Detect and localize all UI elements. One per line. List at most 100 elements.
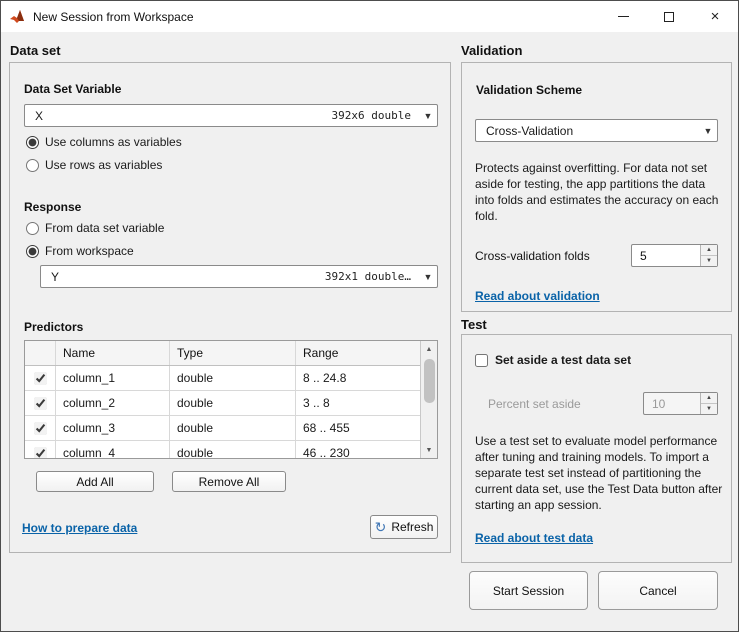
percent-set-aside-label: Percent set aside: [488, 397, 581, 411]
window-controls: ×: [600, 1, 738, 32]
spinner-arrows[interactable]: ▲ ▼: [700, 245, 717, 266]
table-row[interactable]: column_3 double 68 .. 455: [25, 416, 437, 441]
radio-use-rows-input[interactable]: [26, 159, 39, 172]
row-checkbox[interactable]: [34, 447, 47, 460]
add-all-label: Add All: [76, 475, 113, 489]
minimize-icon: [618, 16, 629, 17]
cancel-label: Cancel: [639, 584, 676, 598]
cell-range: 46 .. 230: [296, 441, 437, 459]
dataset-variable-size: 392x6 double: [332, 109, 411, 122]
start-session-label: Start Session: [493, 584, 564, 598]
row-checkbox[interactable]: [34, 422, 47, 435]
app-icon: [9, 9, 25, 25]
row-checkbox[interactable]: [34, 397, 47, 410]
table-scrollbar[interactable]: ▲ ▼: [420, 341, 437, 458]
radio-from-dataset-input[interactable]: [26, 222, 39, 235]
response-variable-size: 392x1 double…: [325, 270, 411, 283]
maximize-button[interactable]: [646, 1, 692, 32]
percent-set-aside-spinner: ▲ ▼: [643, 392, 718, 415]
maximize-icon: [664, 12, 674, 22]
table-row[interactable]: column_2 double 3 .. 8: [25, 391, 437, 416]
refresh-button[interactable]: ↻ Refresh: [370, 515, 438, 539]
close-button[interactable]: ×: [692, 1, 738, 32]
dataset-section-title: Data set: [10, 43, 61, 58]
spinner-arrows: ▲ ▼: [700, 393, 717, 414]
cross-validation-folds-spinner[interactable]: ▲ ▼: [631, 244, 718, 267]
predictors-label: Predictors: [24, 320, 83, 334]
spinner-up-icon: ▲: [701, 393, 717, 404]
minimize-button[interactable]: [600, 1, 646, 32]
chevron-down-icon: ▼: [419, 111, 437, 121]
chevron-down-icon: ▼: [419, 272, 437, 282]
cell-range: 68 .. 455: [296, 416, 437, 440]
set-aside-test-checkbox[interactable]: Set aside a test data set: [475, 353, 631, 367]
test-panel: Set aside a test data set Percent set as…: [461, 334, 732, 563]
validation-scheme-dropdown[interactable]: Cross-Validation ▼: [475, 119, 718, 142]
refresh-label: Refresh: [391, 520, 433, 534]
radio-use-columns-input[interactable]: [26, 136, 39, 149]
radio-from-workspace-label: From workspace: [45, 244, 134, 258]
dataset-panel: Data Set Variable X 392x6 double ▼ Use c…: [9, 62, 451, 553]
radio-use-columns[interactable]: Use columns as variables: [26, 135, 182, 149]
scroll-up-icon[interactable]: ▲: [421, 341, 437, 357]
remove-all-button[interactable]: Remove All: [172, 471, 286, 492]
cell-type: double: [170, 441, 296, 459]
header-type: Type: [170, 341, 296, 365]
remove-all-label: Remove All: [199, 475, 260, 489]
test-section-title: Test: [461, 317, 487, 332]
scroll-down-icon[interactable]: ▼: [421, 442, 437, 458]
table-header: Name Type Range: [25, 341, 437, 366]
set-aside-test-checkbox-input[interactable]: [475, 354, 488, 367]
cell-range: 3 .. 8: [296, 391, 437, 415]
validation-panel: Validation Scheme Cross-Validation ▼ Pro…: [461, 62, 732, 312]
radio-use-rows-label: Use rows as variables: [45, 158, 162, 172]
radio-from-workspace[interactable]: From workspace: [26, 244, 134, 258]
cancel-button[interactable]: Cancel: [598, 571, 718, 610]
validation-description: Protects against overfitting. For data n…: [475, 160, 722, 224]
validation-scheme-label: Validation Scheme: [476, 83, 582, 97]
spinner-down-icon[interactable]: ▼: [701, 256, 717, 266]
row-checkbox[interactable]: [34, 372, 47, 385]
response-variable-value: Y: [51, 270, 59, 284]
spinner-down-icon: ▼: [701, 404, 717, 414]
radio-from-dataset[interactable]: From data set variable: [26, 221, 164, 235]
table-row[interactable]: column_1 double 8 .. 24.8: [25, 366, 437, 391]
dataset-variable-value: X: [35, 109, 43, 123]
read-about-validation-link[interactable]: Read about validation: [475, 289, 600, 303]
validation-scheme-value: Cross-Validation: [486, 124, 573, 138]
scrollbar-thumb[interactable]: [424, 359, 435, 403]
close-icon: ×: [711, 9, 720, 24]
cell-range: 8 .. 24.8: [296, 366, 437, 390]
response-label: Response: [24, 200, 81, 214]
dataset-variable-dropdown[interactable]: X 392x6 double ▼: [24, 104, 438, 127]
cell-name: column_1: [56, 366, 170, 390]
title-bar: New Session from Workspace ×: [1, 1, 738, 32]
dialog-body: Data set Data Set Variable X 392x6 doubl…: [1, 32, 738, 631]
folds-input[interactable]: [632, 245, 700, 266]
test-description: Use a test set to evaluate model perform…: [475, 433, 724, 513]
table-row[interactable]: column_4 double 46 .. 230: [25, 441, 437, 459]
predictors-table: Name Type Range column_1 double 8 .. 24.…: [24, 340, 438, 459]
radio-use-rows[interactable]: Use rows as variables: [26, 158, 162, 172]
radio-from-workspace-input[interactable]: [26, 245, 39, 258]
window-title: New Session from Workspace: [33, 10, 194, 24]
header-range: Range: [296, 341, 437, 365]
start-session-button[interactable]: Start Session: [469, 571, 588, 610]
cell-name: column_4: [56, 441, 170, 459]
cell-type: double: [170, 416, 296, 440]
header-name: Name: [56, 341, 170, 365]
response-variable-dropdown[interactable]: Y 392x1 double… ▼: [40, 265, 438, 288]
header-checkbox-cell: [25, 341, 56, 365]
radio-use-columns-label: Use columns as variables: [45, 135, 182, 149]
cell-type: double: [170, 391, 296, 415]
percent-input: [644, 393, 700, 414]
dialog-window: New Session from Workspace × Data set Da…: [0, 0, 739, 632]
cross-validation-folds-label: Cross-validation folds: [475, 249, 590, 263]
radio-from-dataset-label: From data set variable: [45, 221, 164, 235]
chevron-down-icon: ▼: [699, 126, 717, 136]
spinner-up-icon[interactable]: ▲: [701, 245, 717, 256]
cell-type: double: [170, 366, 296, 390]
add-all-button[interactable]: Add All: [36, 471, 154, 492]
how-to-prepare-data-link[interactable]: How to prepare data: [22, 521, 137, 535]
read-about-test-data-link[interactable]: Read about test data: [475, 531, 593, 545]
